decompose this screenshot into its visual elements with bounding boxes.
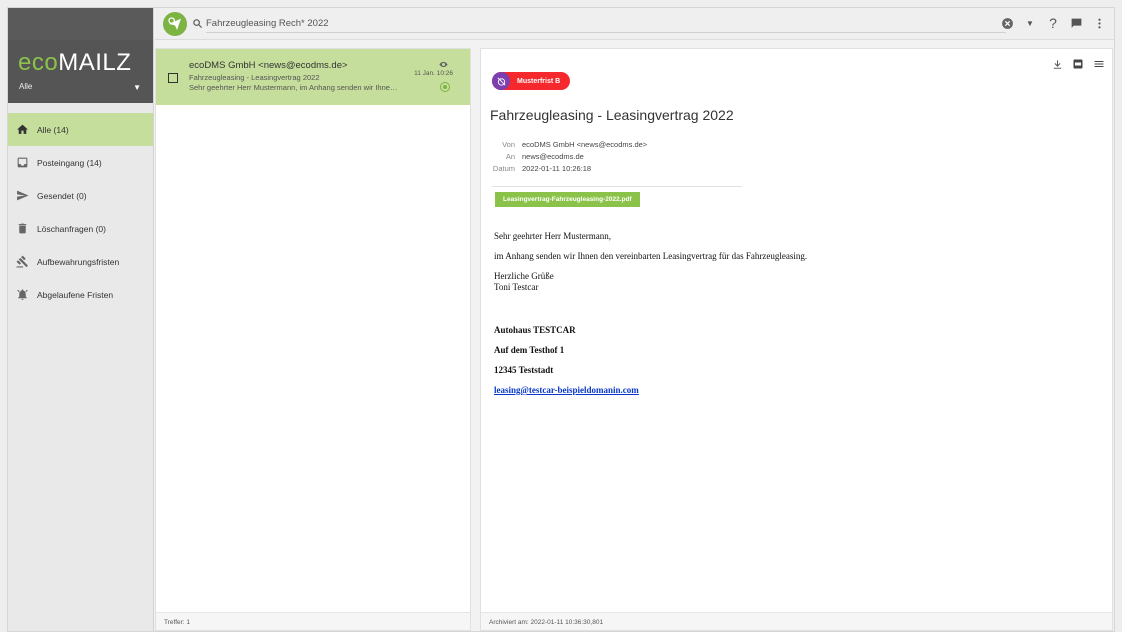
detail-footer: Archiviert am: 2022-01-11 10:36:30,801 bbox=[481, 612, 1112, 630]
body-company: Autohaus TESTCAR bbox=[494, 325, 576, 335]
mail-subject: Fahrzeugleasing - Leasingvertrag 2022 bbox=[189, 73, 320, 82]
alarm-off-icon bbox=[492, 72, 510, 90]
body-signature-name: Toni Testcar bbox=[494, 282, 539, 292]
meta-date-value: 2022-01-11 10:26:18 bbox=[522, 163, 592, 173]
sidebar-item-label: Aufbewahrungsfristen bbox=[37, 256, 120, 267]
meta-to-key: An bbox=[505, 151, 515, 161]
send-icon bbox=[15, 189, 29, 203]
feedback-icon[interactable] bbox=[1069, 16, 1083, 30]
app-window: ecoMAILZ Alle ▼ Alle (14) Posteingang (1… bbox=[7, 7, 1115, 632]
body-city: 12345 Teststadt bbox=[494, 365, 554, 375]
list-item[interactable]: ecoDMS GmbH <news@ecodms.de> Fahrzeuglea… bbox=[156, 49, 470, 105]
ecodms-app-icon[interactable] bbox=[163, 12, 187, 36]
list-footer: Treffer: 1 bbox=[156, 612, 470, 630]
caret-down-icon[interactable]: ▼ bbox=[133, 83, 141, 92]
attachment-button[interactable]: Leasingvertrag-Fahrzeugleasing-2022.pdf bbox=[495, 192, 640, 207]
inbox-icon bbox=[15, 156, 29, 170]
sidebar-item-loeschanfragen[interactable]: Löschanfragen (0) bbox=[8, 212, 153, 245]
sidebar-nav: Alle (14) Posteingang (14) Gesendet (0) … bbox=[8, 113, 153, 311]
mail-title: Fahrzeugleasing - Leasingvertrag 2022 bbox=[490, 107, 734, 123]
more-vert-icon[interactable] bbox=[1092, 16, 1106, 30]
body-line: im Anhang senden wir Ihnen den vereinbar… bbox=[494, 251, 808, 261]
sidebar: ecoMAILZ Alle ▼ Alle (14) Posteingang (1… bbox=[8, 8, 154, 631]
alarm-icon bbox=[15, 288, 29, 302]
body-closing: Herzliche Grüße bbox=[494, 271, 554, 281]
retention-tag[interactable]: Musterfrist B bbox=[492, 72, 571, 90]
logo-prefix: eco bbox=[18, 49, 59, 76]
trash-icon bbox=[15, 222, 29, 236]
tag-label: Musterfrist B bbox=[517, 77, 561, 85]
detail-actions bbox=[1051, 58, 1105, 70]
mail-sender: ecoDMS GmbH <news@ecodms.de> bbox=[189, 60, 348, 71]
sidebar-item-posteingang[interactable]: Posteingang (14) bbox=[8, 146, 153, 179]
meta-to-value: news@ecodms.de bbox=[522, 151, 584, 161]
mail-date: 11 Jan. 10:26 bbox=[414, 70, 453, 77]
meta-from-key: Von bbox=[502, 139, 515, 149]
search-icon bbox=[193, 19, 203, 29]
mail-preview: Sehr geehrter Herr Mustermann, im Anhang… bbox=[189, 83, 401, 92]
sidebar-item-label: Gesendet (0) bbox=[37, 190, 87, 201]
logo-suffix: MAILZ bbox=[58, 49, 132, 76]
sidebar-item-label: Löschanfragen (0) bbox=[37, 223, 106, 234]
app-logo: ecoMAILZ bbox=[18, 49, 131, 77]
pdf-icon[interactable] bbox=[1072, 58, 1084, 70]
sidebar-item-aufbewahrungsfristen[interactable]: Aufbewahrungsfristen bbox=[8, 245, 153, 278]
mail-list: ecoDMS GmbH <news@ecodms.de> Fahrzeuglea… bbox=[155, 48, 471, 631]
mail-select-checkbox[interactable] bbox=[168, 73, 178, 83]
mail-detail: Musterfrist B Fahrzeugleasing - Leasingv… bbox=[480, 48, 1113, 631]
top-bar: ▼ ? bbox=[155, 8, 1114, 40]
clear-search-icon[interactable] bbox=[1000, 16, 1014, 30]
search-input[interactable] bbox=[206, 15, 1006, 33]
sidebar-item-label: Posteingang (14) bbox=[37, 157, 102, 168]
top-actions: ▼ ? bbox=[1000, 15, 1106, 31]
search-options-dropdown-icon[interactable]: ▼ bbox=[1023, 16, 1037, 30]
body-email-link[interactable]: leasing@testcar-beispieldomanin.com bbox=[494, 385, 639, 395]
help-icon[interactable]: ? bbox=[1046, 15, 1060, 31]
mail-meta: Von ecoDMS GmbH <news@ecodms.de> An news… bbox=[490, 138, 647, 174]
meta-date-key: Datum bbox=[492, 163, 515, 173]
sidebar-item-alle[interactable]: Alle (14) bbox=[8, 113, 153, 146]
body-greeting: Sehr geehrter Herr Mustermann, bbox=[494, 231, 611, 241]
menu-icon[interactable] bbox=[1093, 58, 1105, 70]
account-switcher[interactable]: ecoMAILZ Alle ▼ bbox=[8, 40, 153, 103]
status-radio-icon[interactable] bbox=[440, 82, 450, 92]
download-icon[interactable] bbox=[1051, 58, 1063, 70]
meta-from-value: ecoDMS GmbH <news@ecodms.de> bbox=[522, 139, 648, 149]
account-label: Alle bbox=[19, 82, 33, 91]
sidebar-item-label: Alle (14) bbox=[37, 124, 69, 135]
meta-divider bbox=[492, 186, 742, 187]
eye-icon bbox=[439, 61, 448, 68]
logo-top-bar bbox=[8, 8, 153, 40]
body-street: Auf dem Testhof 1 bbox=[494, 345, 565, 355]
gavel-icon bbox=[15, 255, 29, 269]
sidebar-item-gesendet[interactable]: Gesendet (0) bbox=[8, 179, 153, 212]
sidebar-item-label: Abgelaufene Fristen bbox=[37, 289, 114, 300]
sidebar-item-abgelaufene-fristen[interactable]: Abgelaufene Fristen bbox=[8, 278, 153, 311]
mail-body: Sehr geehrter Herr Mustermann, im Anhang… bbox=[494, 231, 1092, 405]
home-icon bbox=[15, 123, 29, 137]
